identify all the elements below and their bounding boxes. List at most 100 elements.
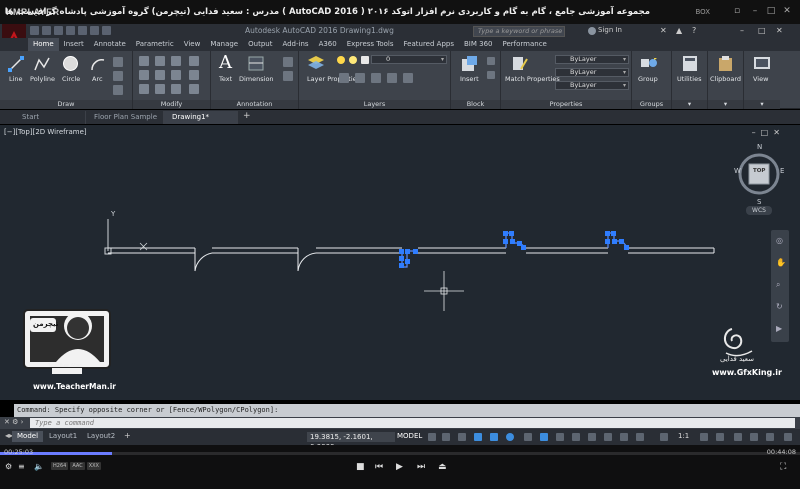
annotation-scale[interactable]: 1:1 xyxy=(678,432,689,440)
move-icon[interactable] xyxy=(139,56,149,66)
hardware-acceleration-icon[interactable] xyxy=(766,433,774,441)
orbit-icon[interactable]: ↻ xyxy=(776,302,783,311)
ribbon-tab-parametric[interactable]: Parametric xyxy=(131,38,179,51)
close-icon[interactable]: ✕ xyxy=(782,6,792,16)
edit-block-icon[interactable] xyxy=(487,71,495,79)
file-tab-floor-plan[interactable]: Floor Plan Sample xyxy=(86,111,164,124)
ribbon-tab-featured-apps[interactable]: Featured Apps xyxy=(399,38,459,51)
view-tool[interactable]: View xyxy=(753,75,768,83)
compass-south[interactable]: S xyxy=(757,198,761,206)
settings-icon[interactable]: ⚙ xyxy=(5,462,12,471)
pan-icon[interactable]: ✋ xyxy=(776,258,786,267)
table-icon[interactable] xyxy=(283,71,293,81)
mirror-icon[interactable] xyxy=(155,70,165,80)
object-snap-tracking-icon[interactable] xyxy=(540,433,548,441)
layout-tab-model[interactable]: Model xyxy=(12,431,44,442)
command-line-icons[interactable]: ✕ ⚙ › xyxy=(4,418,23,426)
selection-cycling-icon[interactable] xyxy=(604,433,612,441)
isodraft-icon[interactable] xyxy=(524,433,532,441)
file-tab-start[interactable]: Start xyxy=(14,111,86,124)
insert-tool[interactable]: Insert xyxy=(460,75,479,83)
explode-icon[interactable] xyxy=(189,70,199,80)
match-layer-icon[interactable] xyxy=(355,73,365,83)
layer-unisolate-icon[interactable] xyxy=(387,73,397,83)
ribbon-tab-view[interactable]: View xyxy=(179,38,206,51)
showmotion-icon[interactable]: ▶ xyxy=(776,324,782,333)
open-file-icon[interactable] xyxy=(42,26,51,35)
minimize-icon[interactable]: – xyxy=(750,6,760,16)
draw-panel-label[interactable]: Draw xyxy=(0,100,132,109)
fullscreen-icon[interactable]: ⛶ xyxy=(780,462,786,472)
dynamic-input-icon[interactable] xyxy=(474,433,482,441)
leader-icon[interactable] xyxy=(283,57,293,67)
utilities-panel-label[interactable]: ▾ xyxy=(672,100,707,109)
arc-tool[interactable]: Arc xyxy=(92,75,103,83)
compass-north[interactable]: N xyxy=(757,143,762,151)
dimension-tool[interactable]: Dimension xyxy=(239,75,274,83)
color-dropdown[interactable]: ByLayer xyxy=(555,55,629,64)
polyline-tool[interactable]: Polyline xyxy=(30,75,55,83)
gradient-icon[interactable] xyxy=(113,85,123,95)
ribbon-tab-bim-360[interactable]: BIM 360 xyxy=(459,38,498,51)
volume-icon[interactable]: 🔈 xyxy=(34,462,44,471)
fillet-icon[interactable] xyxy=(171,70,181,80)
play-icon[interactable]: ▶ xyxy=(396,462,403,472)
compass-west[interactable]: W xyxy=(734,167,741,175)
next-icon[interactable]: ⏭ xyxy=(417,462,425,472)
hatch-icon[interactable] xyxy=(113,71,123,81)
pin-icon[interactable]: ▫ xyxy=(732,6,742,16)
utilities-tool[interactable]: Utilities xyxy=(677,75,701,83)
line-tool[interactable]: Line xyxy=(9,75,23,83)
layer-walk-icon[interactable] xyxy=(403,73,413,83)
modify-panel-label[interactable]: Modify xyxy=(133,100,210,109)
layers-panel-label[interactable]: Layers xyxy=(299,100,450,109)
transparency-icon[interactable] xyxy=(588,433,596,441)
ribbon-tab-insert[interactable]: Insert xyxy=(59,38,89,51)
file-tab-drawing1[interactable]: Drawing1* xyxy=(164,111,238,124)
groups-panel-label[interactable]: Groups xyxy=(632,100,671,109)
ribbon-tab-express-tools[interactable]: Express Tools xyxy=(342,38,399,51)
group-tool[interactable]: Group xyxy=(638,75,658,83)
seek-bar[interactable] xyxy=(0,452,800,455)
steering-wheel-icon[interactable]: ◎ xyxy=(776,236,783,245)
model-space-button[interactable]: MODEL xyxy=(397,432,422,440)
eject-icon[interactable]: ⏏ xyxy=(438,462,447,472)
add-layout-icon[interactable]: + xyxy=(124,431,131,440)
layer-color-icon[interactable] xyxy=(361,56,369,64)
grips[interactable] xyxy=(399,231,629,268)
clipboard-panel-label[interactable]: ▾ xyxy=(708,100,743,109)
layer-on-icon[interactable] xyxy=(337,56,345,64)
redo-icon[interactable] xyxy=(102,26,111,35)
polar-tracking-icon[interactable] xyxy=(506,433,514,441)
infer-constraints-icon[interactable] xyxy=(458,433,466,441)
array-icon[interactable] xyxy=(171,84,181,94)
ribbon-tab-add-ins[interactable]: Add-ins xyxy=(277,38,313,51)
save-as-icon[interactable] xyxy=(66,26,75,35)
new-file-icon[interactable] xyxy=(30,26,39,35)
ortho-icon[interactable] xyxy=(490,433,498,441)
viewcube-top-label[interactable]: TOP xyxy=(753,168,765,174)
save-icon[interactable] xyxy=(54,26,63,35)
sign-in-button[interactable]: Sign In xyxy=(598,26,622,34)
ribbon-tab-a360[interactable]: A360 xyxy=(314,38,342,51)
units-icon[interactable] xyxy=(734,433,742,441)
layer-properties-tool[interactable]: Layer Properties xyxy=(307,75,360,83)
search-input[interactable]: Type a keyword or phrase xyxy=(473,26,565,37)
help-icon[interactable]: ? xyxy=(692,26,696,35)
erase-icon[interactable] xyxy=(189,56,199,66)
block-panel-label[interactable]: Block xyxy=(451,100,500,109)
lineweight-icon[interactable] xyxy=(572,433,580,441)
workspace-icon[interactable] xyxy=(700,433,708,441)
annotation-visibility-icon[interactable] xyxy=(636,433,644,441)
layer-dropdown[interactable]: 0 xyxy=(371,55,447,64)
a360-icon[interactable]: ▲ xyxy=(676,26,682,35)
app-minimize-icon[interactable]: – xyxy=(740,26,744,35)
copy-icon[interactable] xyxy=(139,70,149,80)
text-tool[interactable]: Text xyxy=(219,75,232,83)
offset-icon[interactable] xyxy=(189,84,199,94)
app-restore-icon[interactable]: □ xyxy=(758,26,766,35)
ribbon-tab-manage[interactable]: Manage xyxy=(205,38,243,51)
layer-isolate-icon[interactable] xyxy=(371,73,381,83)
properties-panel-label[interactable]: Properties xyxy=(501,100,631,109)
trim-icon[interactable] xyxy=(171,56,181,66)
